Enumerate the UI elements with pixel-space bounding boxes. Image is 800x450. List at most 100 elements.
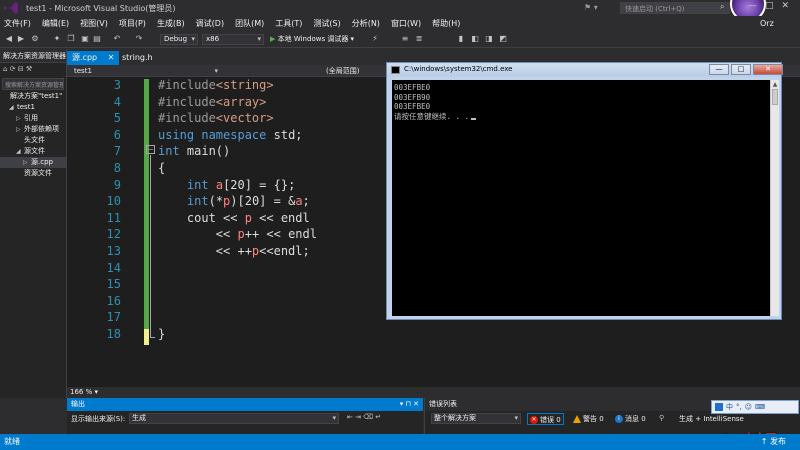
ime-toolbar[interactable]: 中 °, ☺ ⌨ (711, 400, 799, 414)
solution-search-input[interactable]: 搜索解决方案资源管理器 (2, 78, 64, 90)
filter-icon[interactable]: ⚲ (659, 414, 664, 422)
code-token: cout << (158, 210, 245, 225)
quick-launch-input[interactable]: 快速启动 (Ctrl+Q) (620, 2, 730, 14)
attach-icon[interactable]: ⚡ (370, 34, 380, 44)
extensions-icon[interactable]: ⚙ (30, 34, 40, 44)
menu-item[interactable]: 编辑(E) (42, 18, 69, 29)
start-debugging-button[interactable]: ▶ 本地 Windows 调试器 ▾ (270, 34, 354, 44)
new-project-icon[interactable]: ✦ (52, 34, 62, 44)
console-window[interactable]: C:\windows\system32\cmd.exe — □ ✕ 003EFB… (386, 62, 783, 320)
tab-label: 源.cpp (72, 53, 98, 62)
warnings-filter-button[interactable]: 警告 0 (571, 413, 606, 425)
tree-item[interactable]: 解决方案"test1" (0, 91, 66, 102)
console-line: 003EFB90 (394, 92, 431, 102)
menu-item[interactable]: 窗口(W) (391, 18, 421, 29)
menu-item[interactable]: 生成(B) (157, 18, 185, 29)
ime-keyboard-icon[interactable]: ⌨ (755, 403, 765, 411)
console-minimize-button[interactable]: — (709, 64, 729, 75)
window-controls: — □ ✕ (748, 1, 789, 11)
console-title: C:\windows\system32\cmd.exe (404, 65, 513, 73)
console-title-bar[interactable]: C:\windows\system32\cmd.exe — □ ✕ (387, 63, 783, 77)
bookmark-icon[interactable]: ▮ (456, 34, 466, 44)
uncomment-icon[interactable]: ≣ (414, 34, 424, 44)
code-token: ; (302, 194, 310, 209)
tree-item[interactable]: 头文件 (0, 135, 66, 146)
menu-item[interactable]: 项目(P) (119, 18, 146, 29)
menu-item[interactable]: 文件(F) (4, 18, 31, 29)
tree-item[interactable]: 资源文件 (0, 168, 66, 179)
code-token: << (158, 227, 238, 242)
code-text: int a[20] = {}; (158, 177, 295, 194)
tree-item[interactable]: ◢ 源文件 (0, 146, 66, 157)
tree-item[interactable]: ▷ 引用 (0, 113, 66, 124)
ime-mode-button[interactable]: 中 (726, 402, 733, 412)
code-token: main() (179, 144, 231, 159)
save-icon[interactable]: ▣ (80, 34, 90, 44)
redo-icon[interactable]: ↷ (134, 34, 144, 44)
line-number: 6 (113, 127, 121, 142)
sync-icon[interactable]: ⟳ (10, 65, 16, 73)
tab-string-h[interactable]: string.h (117, 51, 158, 65)
tree-item[interactable]: ▷ 外部依赖项 (0, 124, 66, 135)
menu-item[interactable]: 调试(D) (196, 18, 224, 29)
undo-icon[interactable]: ↶ (112, 34, 122, 44)
tree-item-label: 源文件 (24, 147, 45, 155)
menu-item[interactable]: 测试(S) (313, 18, 340, 29)
scroll-up-icon[interactable]: ▲ (771, 80, 779, 89)
close-button[interactable]: ✕ (782, 1, 790, 11)
console-output[interactable]: 003EFBE0 003EFB90 003EFBE0 请按任意键继续. . . (392, 80, 770, 316)
ime-emoji-icon[interactable]: ☺ (745, 403, 752, 411)
panel-pin-icon[interactable]: ▾ ⊓ ✕ (400, 399, 419, 410)
collapse-icon[interactable]: ⊟ (18, 65, 24, 73)
console-close-button[interactable]: ✕ (753, 64, 783, 75)
output-panel-header[interactable]: 输出 ▾ ⊓ ✕ (67, 398, 423, 411)
notification-flag-icon[interactable]: ⚑ ▾ (584, 3, 598, 12)
user-name[interactable]: Orz (760, 19, 774, 28)
publish-button[interactable]: ↑ 发布 (761, 434, 786, 450)
ime-punctuation-button[interactable]: °, (736, 403, 742, 411)
tree-item[interactable]: ▷ 源.cpp (0, 157, 66, 168)
console-line: 003EFBE0 (394, 83, 431, 92)
forward-icon[interactable]: ▶ (16, 34, 26, 44)
expand-toggle-icon[interactable]: ▷ (16, 113, 24, 124)
tab-source-cpp[interactable]: 源.cpp ✕ (67, 51, 120, 65)
menu-item[interactable]: 视图(V) (80, 18, 108, 29)
expand-toggle-icon[interactable]: ▷ (16, 124, 24, 135)
menu-item[interactable]: 工具(T) (275, 18, 302, 29)
error-scope-select[interactable]: 整个解决方案 (431, 413, 521, 424)
expand-toggle-icon[interactable]: ◢ (16, 146, 24, 157)
project-nav-select[interactable]: test1 (71, 66, 221, 76)
output-source-select[interactable]: 生成 (129, 413, 339, 424)
minimize-button[interactable]: — (748, 1, 757, 11)
menu-item[interactable]: 团队(M) (235, 18, 264, 29)
back-icon[interactable]: ◀ (4, 34, 14, 44)
open-icon[interactable]: ❐ (66, 34, 76, 44)
comment-icon[interactable]: ≡ (400, 34, 410, 44)
messages-filter-button[interactable]: i 消息 0 (613, 413, 648, 425)
home-icon[interactable]: ⌂ (3, 65, 7, 73)
maximize-button[interactable]: □ (765, 1, 774, 11)
clear-bookmark-icon[interactable]: ◩ (498, 34, 508, 44)
console-maximize-button[interactable]: □ (731, 64, 751, 75)
solution-explorer-header[interactable]: 解决方案资源管理器 (0, 49, 66, 63)
scroll-thumb[interactable] (772, 89, 778, 105)
expand-toggle-icon[interactable]: ▷ (23, 157, 31, 168)
menu-bar: 文件(F) 编辑(E) 视图(V) 项目(P) 生成(B) 调试(D) 团队(M) 工具(T)… (0, 16, 800, 31)
tree-item[interactable]: ◢ test1 (0, 102, 66, 113)
next-bookmark-icon[interactable]: ◨ (484, 34, 494, 44)
search-icon[interactable]: ⌕ (720, 2, 724, 12)
prev-bookmark-icon[interactable]: ◧ (470, 34, 480, 44)
menu-item[interactable]: 分析(N) (352, 18, 380, 29)
expand-toggle-icon[interactable]: ◢ (9, 102, 17, 113)
platform-select[interactable]: x86 (202, 34, 264, 45)
output-toolbar-icons[interactable]: ⇤ ⇥ ⌫ ↵ (347, 413, 381, 421)
zoom-level[interactable]: 166 % ▾ (67, 387, 800, 398)
configuration-select[interactable]: Debug (160, 34, 198, 45)
save-all-icon[interactable]: ▤ (92, 34, 102, 44)
menu-item[interactable]: 帮助(H) (432, 18, 460, 29)
error-source-select[interactable]: 生成 + IntelliSense (679, 414, 744, 424)
console-scrollbar[interactable]: ▲ (770, 80, 779, 316)
close-tab-icon[interactable]: ✕ (108, 53, 115, 62)
properties-icon[interactable]: ⚒ (26, 65, 32, 73)
errors-filter-button[interactable]: ✕ 错误 0 (527, 413, 564, 425)
